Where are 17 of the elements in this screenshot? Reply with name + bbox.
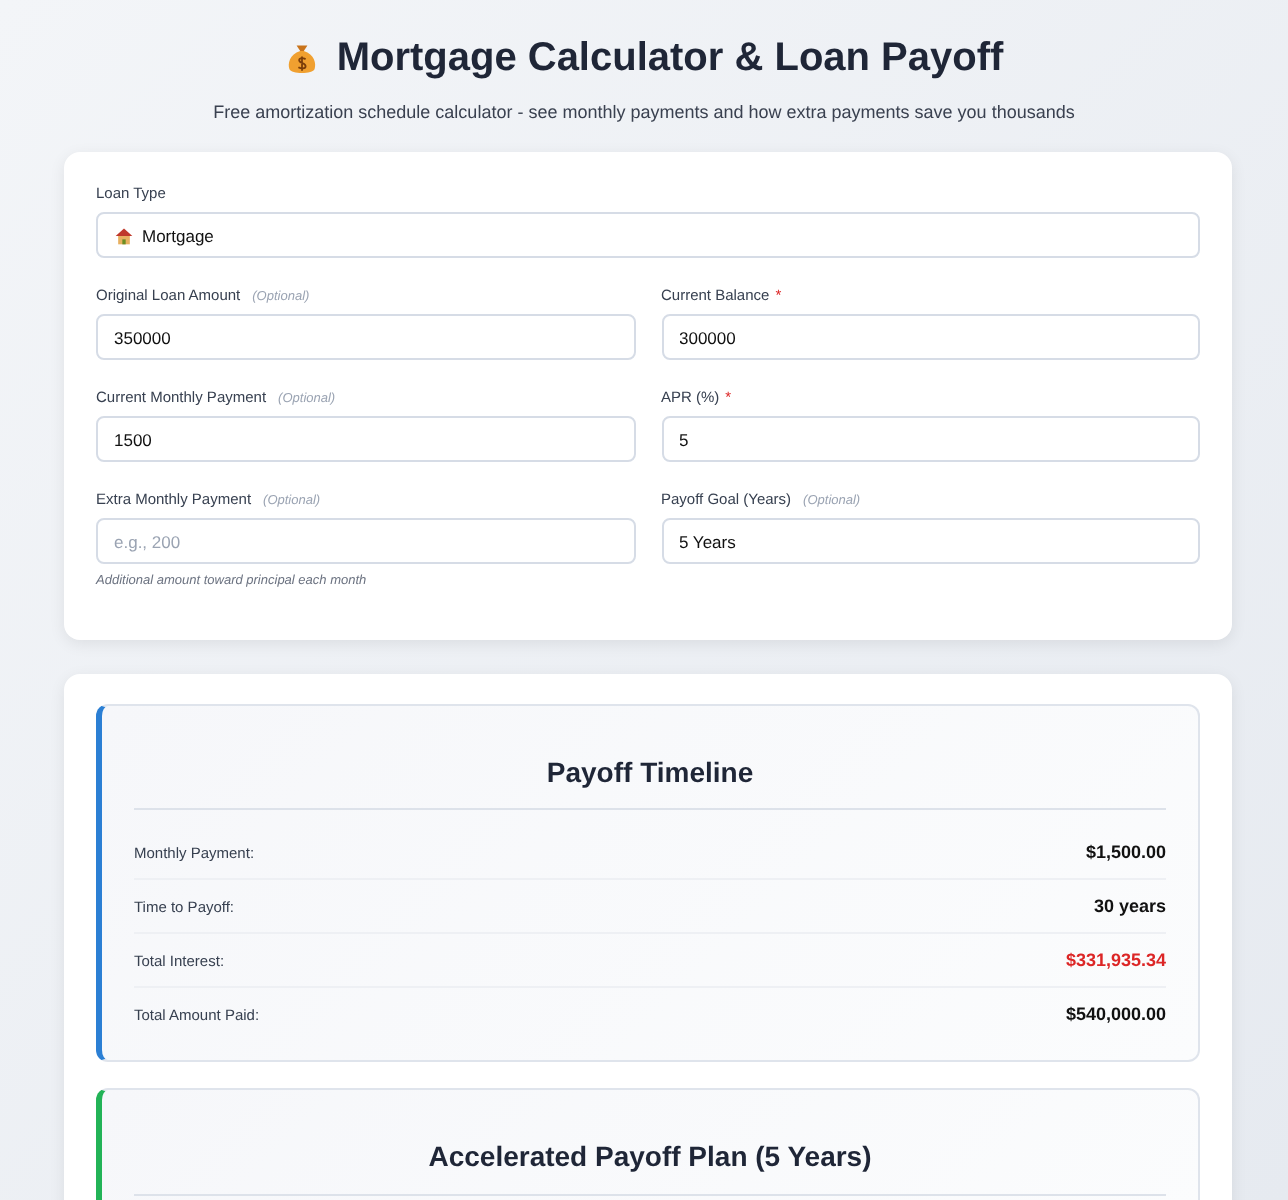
panel-title: Accelerated Payoff Plan (5 Years) xyxy=(134,1142,1166,1196)
input-field[interactable]: 5 xyxy=(661,416,1200,462)
result-value: $331,935.34 xyxy=(1065,950,1166,971)
result-value: $540,000.00 xyxy=(1065,1004,1166,1025)
money-bag-icon xyxy=(284,41,321,77)
house-icon xyxy=(114,225,134,245)
result-value: $1,500.00 xyxy=(1085,842,1166,863)
input-field[interactable]: 300000 xyxy=(661,314,1200,360)
input-field[interactable]: 350000 xyxy=(96,314,635,360)
loan-type-select[interactable]: Mortgage xyxy=(96,212,1200,258)
input-field[interactable]: 1500 xyxy=(96,416,635,462)
panel-title: Payoff Timeline xyxy=(134,758,1166,811)
page-title: Mortgage Calculator & Loan Payoff xyxy=(336,36,1004,82)
input-field[interactable]: 5 Years xyxy=(661,518,1200,564)
page-subtitle: Free amortization schedule calculator - see monthly payments and how extra payments save you thousands xyxy=(211,102,1077,122)
result-value: 30 years xyxy=(1093,896,1166,917)
input-field[interactable]: e.g., 200 xyxy=(96,518,635,564)
